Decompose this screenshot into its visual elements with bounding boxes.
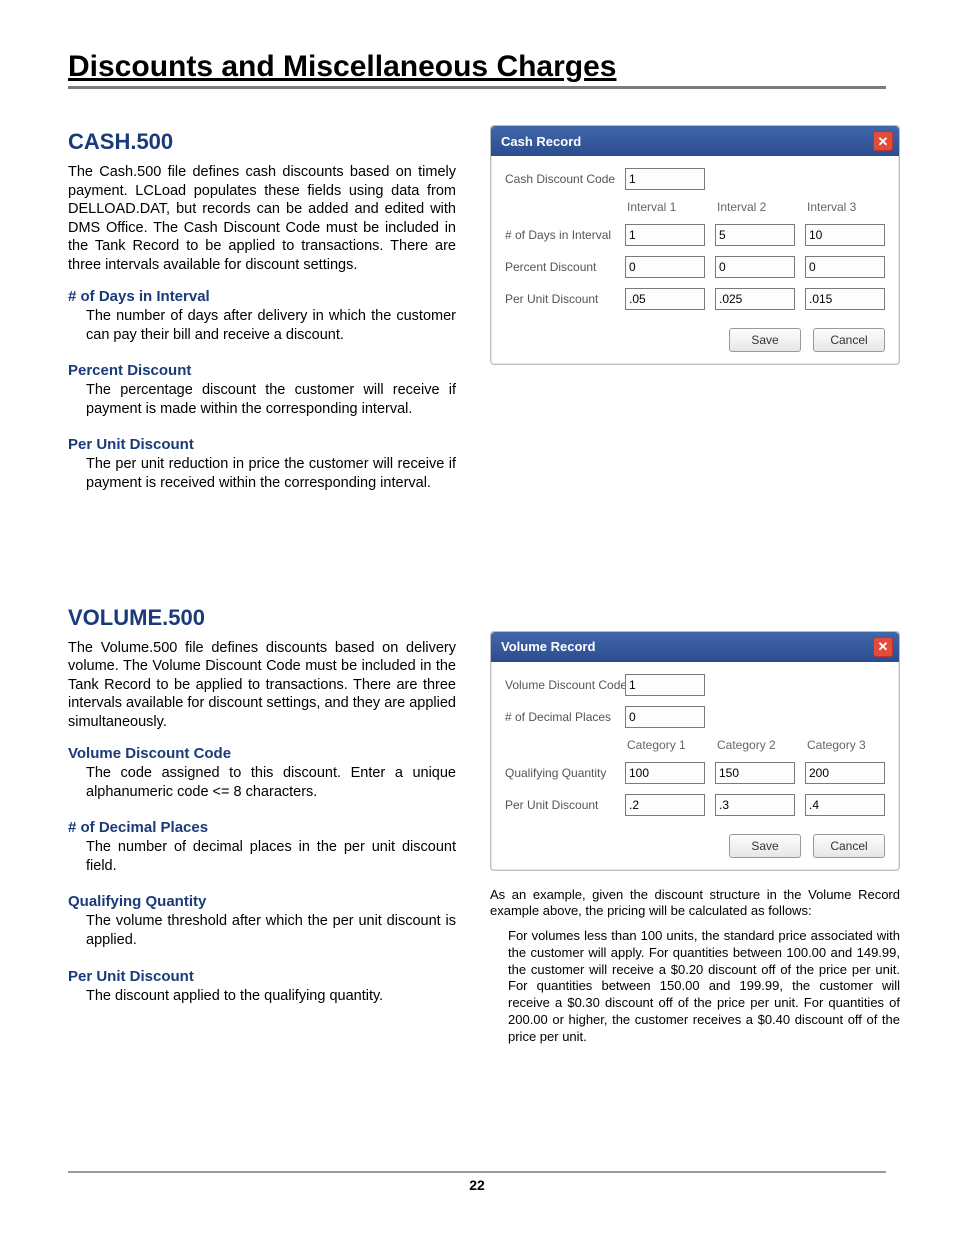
cash-field-perunit-title: Per Unit Discount — [68, 436, 456, 453]
cash-days-2-input[interactable] — [715, 224, 795, 246]
vol-qty-1-input[interactable] — [625, 762, 705, 784]
cash-days-label: # of Days in Interval — [505, 228, 615, 242]
volume-record-dialog: Volume Record ✕ Volume Discount Code # o… — [490, 631, 900, 871]
cash-perunit-3-input[interactable] — [805, 288, 885, 310]
vol-dec-input[interactable] — [625, 706, 705, 728]
vol-field-dec-desc: The number of decimal places in the per … — [86, 838, 456, 875]
cash-record-dialog: Cash Record ✕ Cash Discount Code Interva… — [490, 125, 900, 365]
cash-field-percent-desc: The percentage discount the customer wil… — [86, 381, 456, 418]
cash-save-button[interactable]: Save — [729, 328, 801, 352]
close-icon[interactable]: ✕ — [873, 131, 893, 151]
cash-intro: The Cash.500 file defines cash discounts… — [68, 163, 456, 274]
cash-dialog-title: Cash Record — [501, 134, 581, 149]
close-icon[interactable]: ✕ — [873, 637, 893, 657]
cash-days-1-input[interactable] — [625, 224, 705, 246]
vol-col-3: Category 3 — [805, 738, 885, 752]
vol-perunit-label: Per Unit Discount — [505, 798, 615, 812]
vol-perunit-3-input[interactable] — [805, 794, 885, 816]
vol-field-perunit-desc: The discount applied to the qualifying q… — [86, 987, 456, 1006]
cash-perunit-1-input[interactable] — [625, 288, 705, 310]
cash-field-days-desc: The number of days after delivery in whi… — [86, 307, 456, 344]
volume-dialog-title: Volume Record — [501, 639, 595, 654]
volume-example-body: For volumes less than 100 units, the sta… — [508, 928, 900, 1046]
vol-perunit-2-input[interactable] — [715, 794, 795, 816]
volume-save-button[interactable]: Save — [729, 834, 801, 858]
cash-heading: CASH.500 — [68, 129, 456, 155]
vol-qty-2-input[interactable] — [715, 762, 795, 784]
vol-col-1: Category 1 — [625, 738, 705, 752]
vol-qty-label: Qualifying Quantity — [505, 766, 615, 780]
cash-percent-label: Percent Discount — [505, 260, 615, 274]
vol-qty-3-input[interactable] — [805, 762, 885, 784]
cash-code-label: Cash Discount Code — [505, 172, 615, 186]
volume-cancel-button[interactable]: Cancel — [813, 834, 885, 858]
cash-field-days-title: # of Days in Interval — [68, 288, 456, 305]
volume-heading: VOLUME.500 — [68, 605, 456, 631]
volume-example-intro: As an example, given the discount struct… — [490, 887, 900, 920]
vol-perunit-1-input[interactable] — [625, 794, 705, 816]
page-title: Discounts and Miscellaneous Charges — [68, 50, 886, 89]
cash-days-3-input[interactable] — [805, 224, 885, 246]
cash-cancel-button[interactable]: Cancel — [813, 328, 885, 352]
vol-field-qty-desc: The volume threshold after which the per… — [86, 912, 456, 949]
vol-col-2: Category 2 — [715, 738, 795, 752]
vol-field-code-desc: The code assigned to this discount. Ente… — [86, 764, 456, 801]
volume-intro: The Volume.500 file defines discounts ba… — [68, 639, 456, 732]
cash-field-perunit-desc: The per unit reduction in price the cust… — [86, 455, 456, 492]
vol-field-qty-title: Qualifying Quantity — [68, 893, 456, 910]
cash-perunit-2-input[interactable] — [715, 288, 795, 310]
cash-perunit-label: Per Unit Discount — [505, 292, 615, 306]
cash-field-percent-title: Percent Discount — [68, 362, 456, 379]
cash-col-1: Interval 1 — [625, 200, 705, 214]
cash-percent-3-input[interactable] — [805, 256, 885, 278]
cash-col-2: Interval 2 — [715, 200, 795, 214]
cash-col-3: Interval 3 — [805, 200, 885, 214]
cash-percent-2-input[interactable] — [715, 256, 795, 278]
cash-percent-1-input[interactable] — [625, 256, 705, 278]
vol-code-input[interactable] — [625, 674, 705, 696]
vol-field-perunit-title: Per Unit Discount — [68, 968, 456, 985]
vol-dec-label: # of Decimal Places — [505, 710, 615, 724]
cash-code-input[interactable] — [625, 168, 705, 190]
vol-field-dec-title: # of Decimal Places — [68, 819, 456, 836]
page-number: 22 — [68, 1171, 886, 1193]
vol-field-code-title: Volume Discount Code — [68, 745, 456, 762]
vol-code-label: Volume Discount Code — [505, 678, 615, 692]
